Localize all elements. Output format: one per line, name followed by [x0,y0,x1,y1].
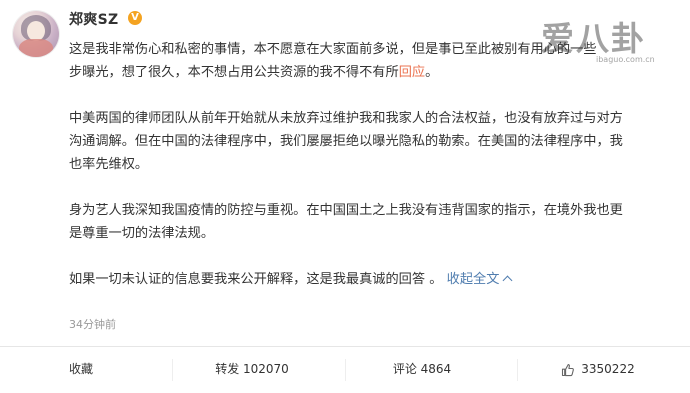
action-bar: 收藏 转发 102070 评论 4864 3350222 [0,346,690,393]
paragraph-1-end: 。 [425,65,439,80]
comment-button[interactable]: 评论 4864 [372,347,472,391]
paragraph-1-text: 步曝光，想了很久，本不想占用公共资源的我不得不有所 [69,65,399,80]
paragraph-2-line-1: 中美两国的律师团队从前年开始就从未放弃过维护我和我家人的合法权益，也没有放弃过与… [69,111,623,126]
username[interactable]: 郑爽SZ [69,9,118,29]
paragraph-1-line-2: 步曝光，想了很久，本不想占用公共资源的我不得不有所回应。 [69,61,669,84]
weibo-post-card: 郑爽SZ V 爱八卦 ibaguo.com.cn 这是我非常伤心和私密的事情，本… [0,0,690,393]
paragraph-3: 身为艺人我深知我国疫情的防控与重视。在中国国土之上我没有违背国家的指示，在境外我… [69,199,669,245]
chevron-up-icon [502,275,513,286]
repost-button[interactable]: 转发 102070 [202,347,302,391]
divider [345,359,346,381]
paragraph-2: 中美两国的律师团队从前年开始就从未放弃过维护我和我家人的合法权益，也没有放弃过与… [69,107,669,176]
favorite-label: 收藏 [68,362,93,376]
paragraph-2-line-2: 沟通调解。但在中国的法律程序中，我们屡屡拒绝以曝光隐私的勒索。在美国的法律程序中… [69,134,623,149]
paragraph-3-line-2: 是尊重一切的法律法规。 [69,226,215,241]
like-count: 3350222 [581,362,635,376]
thumbs-up-icon [561,363,575,377]
comment-label: 评论 4864 [392,362,452,376]
divider [517,359,518,381]
favorite-button[interactable]: 收藏 [40,347,122,391]
avatar[interactable] [13,11,59,57]
like-button[interactable]: 3350222 [548,347,648,391]
paragraph-1-line-1: 这是我非常伤心和私密的事情，本不愿意在大家面前多说，但是事已至此被别有用心的一些 [69,42,597,57]
post-timestamp[interactable]: 34分钟前 [69,316,116,332]
post-content: 这是我非常伤心和私密的事情，本不愿意在大家面前多说，但是事已至此被别有用心的一些… [69,38,669,291]
collapse-full-text-link[interactable]: 收起全文 [446,272,513,287]
repost-label: 转发 102070 [215,362,289,376]
divider [172,359,173,381]
verified-badge-icon: V [128,11,142,25]
paragraph-1: 这是我非常伤心和私密的事情，本不愿意在大家面前多说，但是事已至此被别有用心的一些… [69,38,669,84]
paragraph-2-line-3: 也率先维权。 [69,157,149,172]
paragraph-4-text: 如果一切未认证的信息要我来公开解释，这是我最真诚的回答 。 [69,272,443,287]
avatar-face [27,21,45,41]
reply-link[interactable]: 回应 [399,65,425,80]
paragraph-3-line-1: 身为艺人我深知我国疫情的防控与重视。在中国国土之上我没有违背国家的指示，在境外我… [69,203,623,218]
avatar-body [19,39,53,57]
collapse-label: 收起全文 [446,272,500,287]
paragraph-4: 如果一切未认证的信息要我来公开解释，这是我最真诚的回答 。 收起全文 [69,268,669,291]
